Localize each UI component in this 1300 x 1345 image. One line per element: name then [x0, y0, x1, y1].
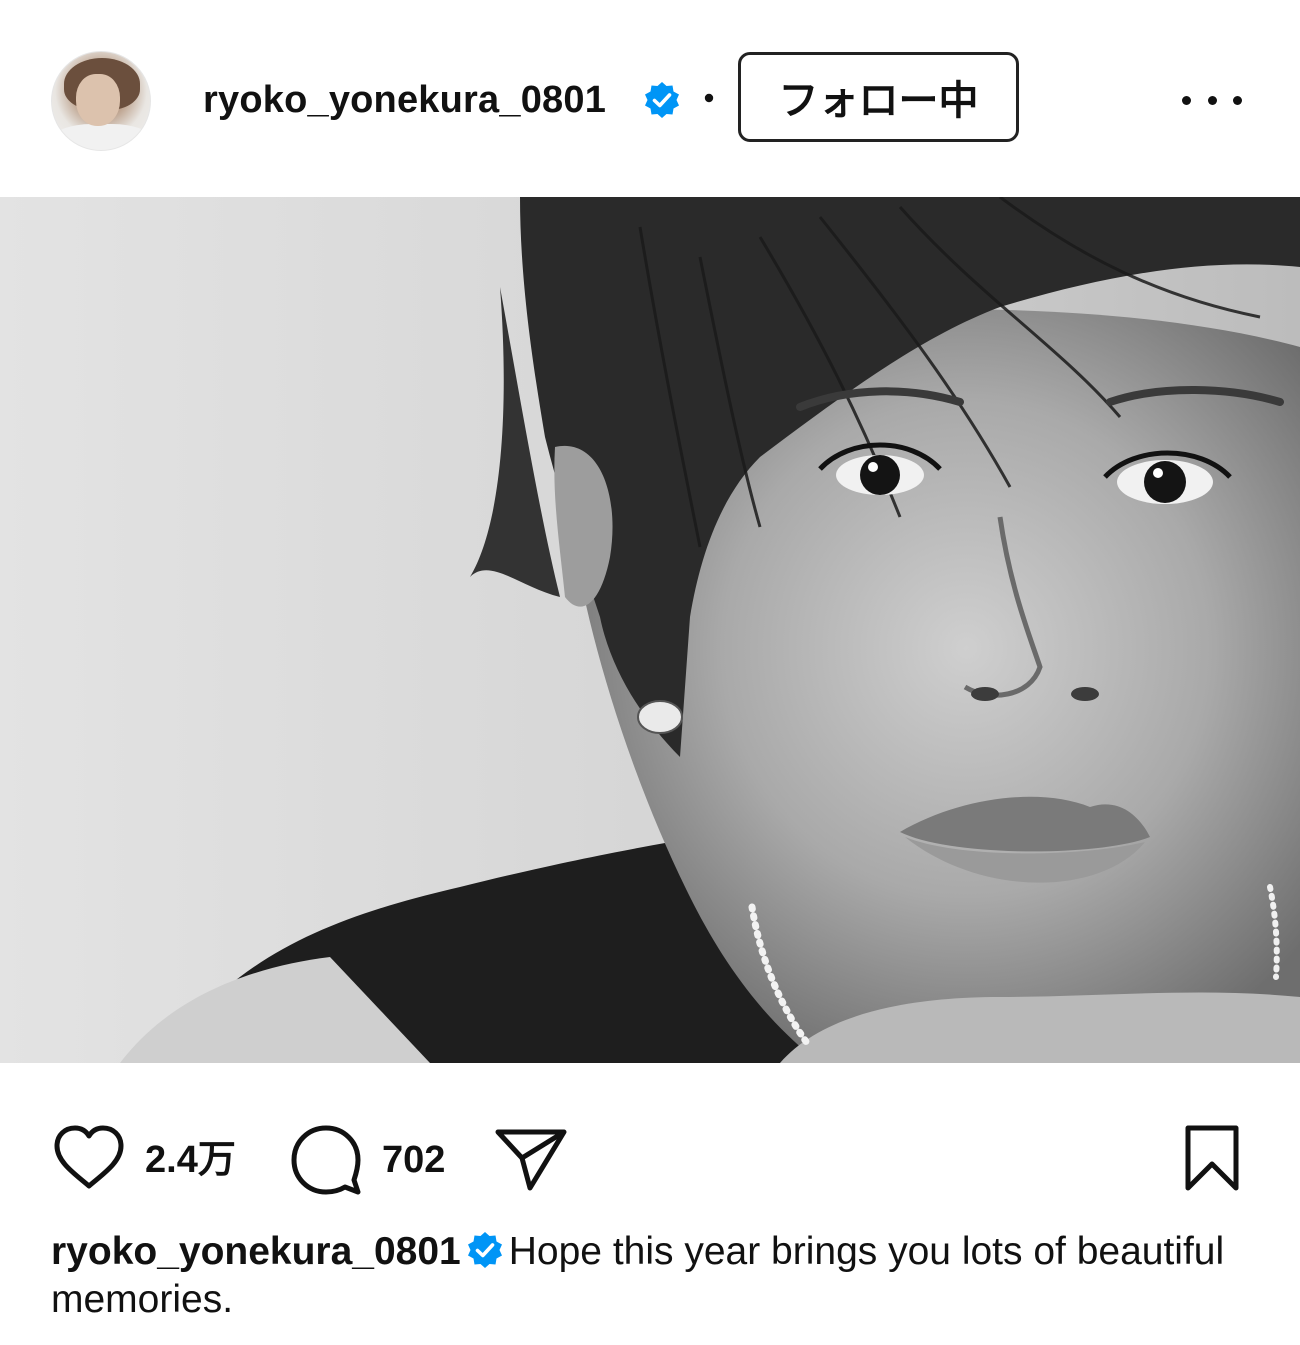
likes-count[interactable]: 2.4万 — [145, 1138, 236, 1182]
avatar[interactable] — [51, 51, 151, 151]
more-options-icon[interactable] — [1182, 82, 1242, 118]
verified-badge-icon — [645, 82, 679, 118]
verified-badge-icon — [467, 1232, 502, 1268]
share-icon[interactable] — [494, 1126, 568, 1192]
comments-count[interactable]: 702 — [382, 1138, 445, 1182]
caption-username[interactable]: ryoko_yonekura_0801 — [51, 1230, 461, 1273]
username-link[interactable]: ryoko_yonekura_0801 — [203, 78, 606, 122]
heart-icon[interactable] — [51, 1124, 127, 1192]
post-image[interactable] — [0, 197, 1300, 1063]
bookmark-icon[interactable] — [1182, 1124, 1242, 1194]
post-header: ryoko_yonekura_0801 フォロー中 — [0, 0, 1300, 197]
post-caption: ryoko_yonekura_0801 Hope this year bring… — [51, 1228, 1261, 1324]
following-button[interactable]: フォロー中 — [738, 52, 1019, 142]
action-bar: 2.4万 702 — [0, 1100, 1300, 1220]
portrait-photo — [0, 197, 1300, 1063]
comment-icon[interactable] — [288, 1124, 364, 1196]
separator-dot — [704, 93, 714, 103]
